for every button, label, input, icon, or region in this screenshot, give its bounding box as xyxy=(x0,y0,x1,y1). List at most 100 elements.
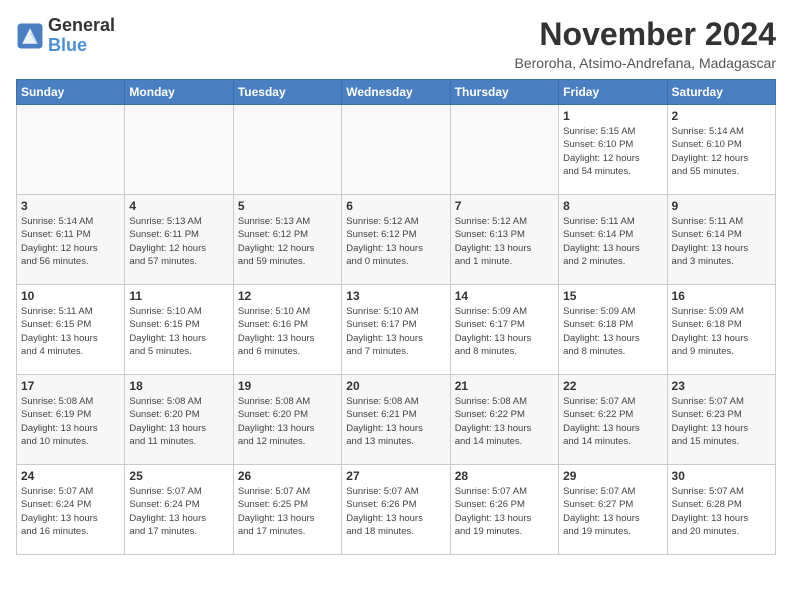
weekday-header: Sunday xyxy=(17,80,125,105)
day-number: 13 xyxy=(346,289,445,303)
day-info: Sunrise: 5:07 AM Sunset: 6:26 PM Dayligh… xyxy=(346,485,445,538)
day-info: Sunrise: 5:07 AM Sunset: 6:25 PM Dayligh… xyxy=(238,485,337,538)
day-info: Sunrise: 5:09 AM Sunset: 6:17 PM Dayligh… xyxy=(455,305,554,358)
calendar-cell: 9 Sunrise: 5:11 AM Sunset: 6:14 PM Daylig… xyxy=(667,195,775,285)
title-area: November 2024 Beroroha, Atsimo-Andrefana… xyxy=(515,16,776,71)
day-info: Sunrise: 5:11 AM Sunset: 6:14 PM Dayligh… xyxy=(563,215,662,268)
day-number: 11 xyxy=(129,289,228,303)
day-info: Sunrise: 5:08 AM Sunset: 6:22 PM Dayligh… xyxy=(455,395,554,448)
header: General Blue November 2024 Beroroha, Ats… xyxy=(16,16,776,71)
calendar-cell xyxy=(17,105,125,195)
day-info: Sunrise: 5:14 AM Sunset: 6:11 PM Dayligh… xyxy=(21,215,120,268)
day-number: 17 xyxy=(21,379,120,393)
day-info: Sunrise: 5:08 AM Sunset: 6:19 PM Dayligh… xyxy=(21,395,120,448)
day-info: Sunrise: 5:07 AM Sunset: 6:26 PM Dayligh… xyxy=(455,485,554,538)
calendar-cell: 27 Sunrise: 5:07 AM Sunset: 6:26 PM Dayli… xyxy=(342,465,450,555)
weekday-header: Thursday xyxy=(450,80,558,105)
day-info: Sunrise: 5:08 AM Sunset: 6:20 PM Dayligh… xyxy=(238,395,337,448)
calendar-cell: 20 Sunrise: 5:08 AM Sunset: 6:21 PM Dayli… xyxy=(342,375,450,465)
day-number: 21 xyxy=(455,379,554,393)
month-title: November 2024 xyxy=(515,16,776,53)
calendar-table: SundayMondayTuesdayWednesdayThursdayFrid… xyxy=(16,79,776,555)
day-info: Sunrise: 5:07 AM Sunset: 6:23 PM Dayligh… xyxy=(672,395,771,448)
day-info: Sunrise: 5:07 AM Sunset: 6:22 PM Dayligh… xyxy=(563,395,662,448)
day-info: Sunrise: 5:10 AM Sunset: 6:15 PM Dayligh… xyxy=(129,305,228,358)
day-number: 4 xyxy=(129,199,228,213)
logo-icon xyxy=(16,22,44,50)
calendar-cell: 28 Sunrise: 5:07 AM Sunset: 6:26 PM Dayli… xyxy=(450,465,558,555)
day-info: Sunrise: 5:14 AM Sunset: 6:10 PM Dayligh… xyxy=(672,125,771,178)
day-number: 3 xyxy=(21,199,120,213)
calendar-cell: 3 Sunrise: 5:14 AM Sunset: 6:11 PM Daylig… xyxy=(17,195,125,285)
day-number: 2 xyxy=(672,109,771,123)
day-number: 6 xyxy=(346,199,445,213)
day-info: Sunrise: 5:11 AM Sunset: 6:15 PM Dayligh… xyxy=(21,305,120,358)
calendar-cell: 8 Sunrise: 5:11 AM Sunset: 6:14 PM Daylig… xyxy=(559,195,667,285)
day-number: 5 xyxy=(238,199,337,213)
calendar-cell: 12 Sunrise: 5:10 AM Sunset: 6:16 PM Dayli… xyxy=(233,285,341,375)
calendar-cell: 24 Sunrise: 5:07 AM Sunset: 6:24 PM Dayli… xyxy=(17,465,125,555)
day-number: 18 xyxy=(129,379,228,393)
calendar-cell: 17 Sunrise: 5:08 AM Sunset: 6:19 PM Dayli… xyxy=(17,375,125,465)
day-info: Sunrise: 5:09 AM Sunset: 6:18 PM Dayligh… xyxy=(563,305,662,358)
logo-text: General Blue xyxy=(48,16,115,56)
day-info: Sunrise: 5:12 AM Sunset: 6:13 PM Dayligh… xyxy=(455,215,554,268)
day-info: Sunrise: 5:07 AM Sunset: 6:24 PM Dayligh… xyxy=(21,485,120,538)
day-info: Sunrise: 5:07 AM Sunset: 6:28 PM Dayligh… xyxy=(672,485,771,538)
logo: General Blue xyxy=(16,16,115,56)
day-number: 25 xyxy=(129,469,228,483)
day-number: 15 xyxy=(563,289,662,303)
calendar-cell: 26 Sunrise: 5:07 AM Sunset: 6:25 PM Dayli… xyxy=(233,465,341,555)
location-subtitle: Beroroha, Atsimo-Andrefana, Madagascar xyxy=(515,55,776,71)
calendar-cell: 11 Sunrise: 5:10 AM Sunset: 6:15 PM Dayli… xyxy=(125,285,233,375)
day-number: 9 xyxy=(672,199,771,213)
day-number: 24 xyxy=(21,469,120,483)
day-number: 19 xyxy=(238,379,337,393)
day-number: 29 xyxy=(563,469,662,483)
calendar-cell: 19 Sunrise: 5:08 AM Sunset: 6:20 PM Dayli… xyxy=(233,375,341,465)
calendar-cell: 7Sunrise: 5:12 AM Sunset: 6:13 PM Daylig… xyxy=(450,195,558,285)
day-number: 16 xyxy=(672,289,771,303)
day-info: Sunrise: 5:12 AM Sunset: 6:12 PM Dayligh… xyxy=(346,215,445,268)
day-info: Sunrise: 5:08 AM Sunset: 6:21 PM Dayligh… xyxy=(346,395,445,448)
weekday-header: Tuesday xyxy=(233,80,341,105)
calendar-cell: 22 Sunrise: 5:07 AM Sunset: 6:22 PM Dayli… xyxy=(559,375,667,465)
day-number: 22 xyxy=(563,379,662,393)
day-info: Sunrise: 5:08 AM Sunset: 6:20 PM Dayligh… xyxy=(129,395,228,448)
day-info: Sunrise: 5:10 AM Sunset: 6:17 PM Dayligh… xyxy=(346,305,445,358)
day-number: 26 xyxy=(238,469,337,483)
weekday-header: Saturday xyxy=(667,80,775,105)
day-info: Sunrise: 5:11 AM Sunset: 6:14 PM Dayligh… xyxy=(672,215,771,268)
day-info: Sunrise: 5:09 AM Sunset: 6:18 PM Dayligh… xyxy=(672,305,771,358)
calendar-cell: 1Sunrise: 5:15 AM Sunset: 6:10 PM Daylig… xyxy=(559,105,667,195)
weekday-header: Monday xyxy=(125,80,233,105)
day-info: Sunrise: 5:07 AM Sunset: 6:24 PM Dayligh… xyxy=(129,485,228,538)
day-info: Sunrise: 5:15 AM Sunset: 6:10 PM Dayligh… xyxy=(563,125,662,178)
calendar-cell: 25 Sunrise: 5:07 AM Sunset: 6:24 PM Dayli… xyxy=(125,465,233,555)
day-info: Sunrise: 5:10 AM Sunset: 6:16 PM Dayligh… xyxy=(238,305,337,358)
day-number: 27 xyxy=(346,469,445,483)
day-info: Sunrise: 5:07 AM Sunset: 6:27 PM Dayligh… xyxy=(563,485,662,538)
day-number: 20 xyxy=(346,379,445,393)
calendar-cell: 4 Sunrise: 5:13 AM Sunset: 6:11 PM Daylig… xyxy=(125,195,233,285)
calendar-cell xyxy=(125,105,233,195)
day-number: 30 xyxy=(672,469,771,483)
day-info: Sunrise: 5:13 AM Sunset: 6:11 PM Dayligh… xyxy=(129,215,228,268)
calendar-cell: 5Sunrise: 5:13 AM Sunset: 6:12 PM Daylig… xyxy=(233,195,341,285)
calendar-cell: 23 Sunrise: 5:07 AM Sunset: 6:23 PM Dayli… xyxy=(667,375,775,465)
calendar-cell: 18 Sunrise: 5:08 AM Sunset: 6:20 PM Dayli… xyxy=(125,375,233,465)
calendar-cell: 2 Sunrise: 5:14 AM Sunset: 6:10 PM Daylig… xyxy=(667,105,775,195)
day-number: 8 xyxy=(563,199,662,213)
day-number: 10 xyxy=(21,289,120,303)
calendar-cell: 16 Sunrise: 5:09 AM Sunset: 6:18 PM Dayli… xyxy=(667,285,775,375)
calendar-cell: 15 Sunrise: 5:09 AM Sunset: 6:18 PM Dayli… xyxy=(559,285,667,375)
day-number: 28 xyxy=(455,469,554,483)
day-number: 14 xyxy=(455,289,554,303)
calendar-cell xyxy=(342,105,450,195)
calendar-cell: 10 Sunrise: 5:11 AM Sunset: 6:15 PM Dayli… xyxy=(17,285,125,375)
calendar-cell: 14 Sunrise: 5:09 AM Sunset: 6:17 PM Dayli… xyxy=(450,285,558,375)
calendar-cell: 6 Sunrise: 5:12 AM Sunset: 6:12 PM Daylig… xyxy=(342,195,450,285)
weekday-header: Friday xyxy=(559,80,667,105)
day-number: 12 xyxy=(238,289,337,303)
day-number: 23 xyxy=(672,379,771,393)
